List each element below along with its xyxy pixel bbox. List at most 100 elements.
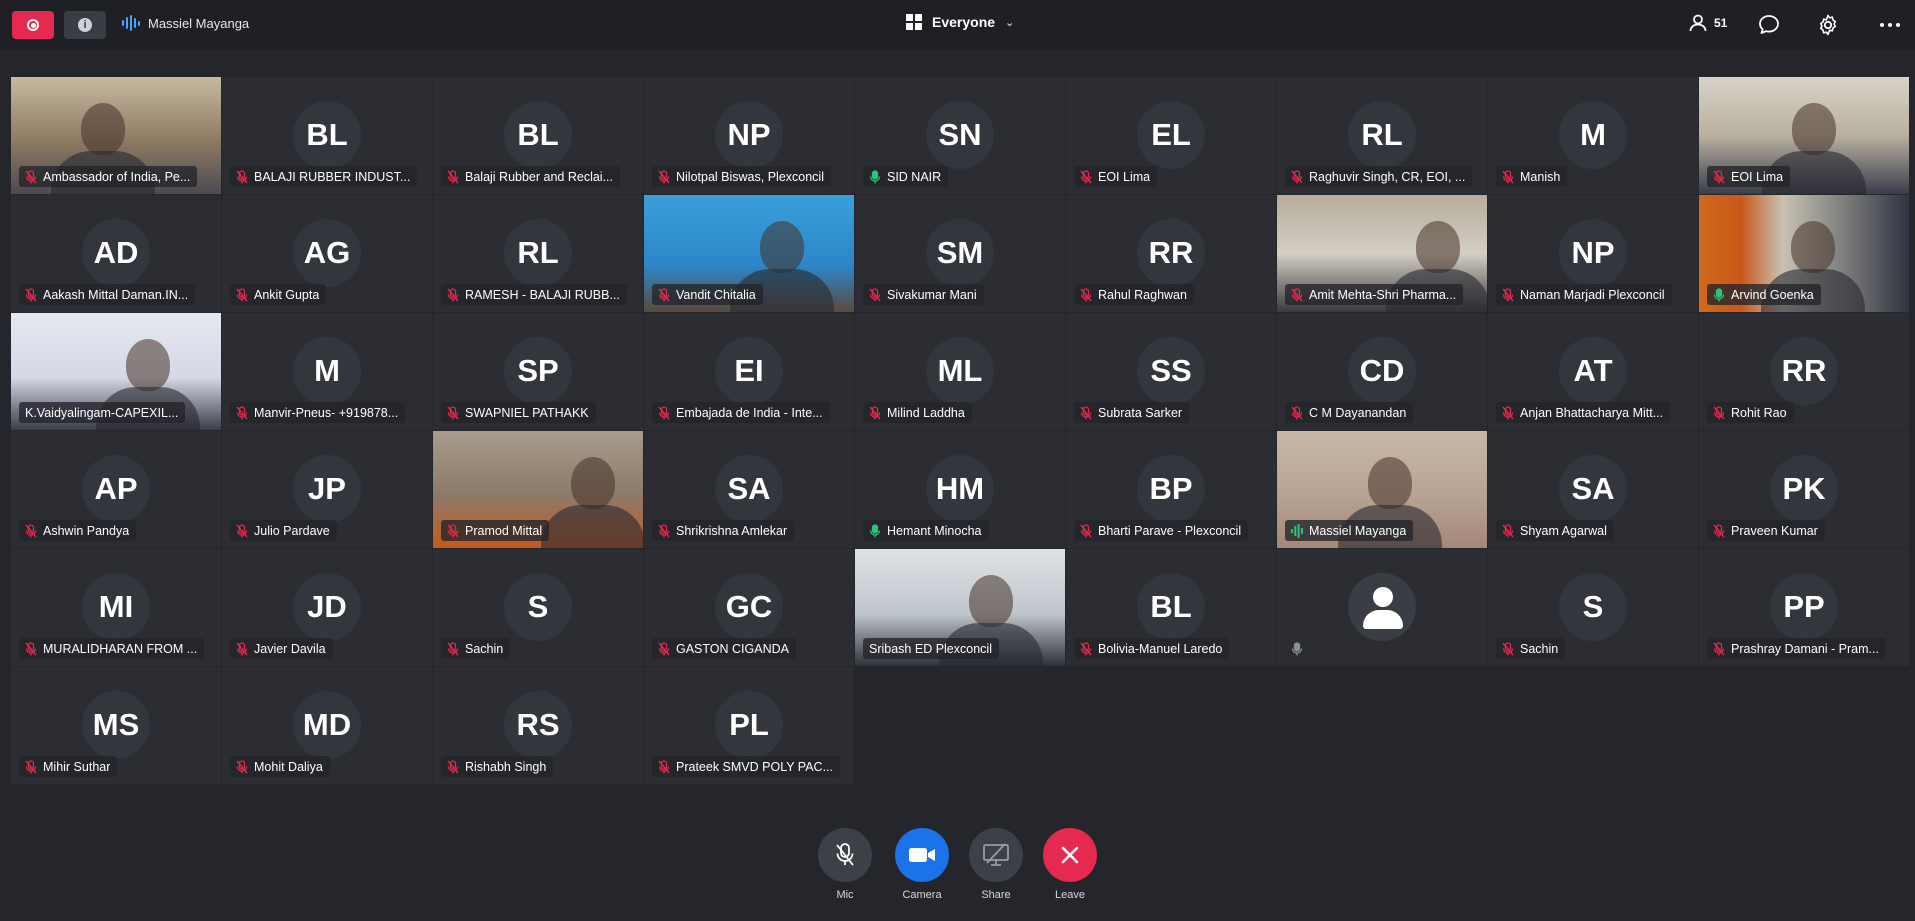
participant-tile[interactable]: NP Naman Marjadi Plexconcil [1488, 195, 1698, 312]
meeting-info-button[interactable]: i [64, 11, 106, 39]
participant-tile[interactable]: RS Rishabh Singh [433, 667, 643, 784]
participant-tile[interactable]: RR Rahul Raghwan [1066, 195, 1276, 312]
avatar-initials: S [504, 573, 572, 641]
participant-tile[interactable]: JP Julio Pardave [222, 431, 432, 548]
participant-tile[interactable]: SM Sivakumar Mani [855, 195, 1065, 312]
leave-label: Leave [1055, 889, 1085, 901]
participant-tile[interactable]: M Manvir-Pneus- +919878... [222, 313, 432, 430]
mic-control[interactable]: Mic [818, 828, 872, 901]
participant-tile[interactable]: GC GASTON CIGANDA [644, 549, 854, 666]
participant-tile[interactable]: SP SWAPNIEL PATHAKK [433, 313, 643, 430]
participant-name-tag: EOI Lima [1074, 166, 1158, 187]
mic-off-icon [236, 759, 248, 773]
participant-tile[interactable]: S Sachin [1488, 549, 1698, 666]
participant-tile[interactable]: Pramod Mittal [433, 431, 643, 548]
participant-tile[interactable]: AG Ankit Gupta [222, 195, 432, 312]
mic-off-icon [869, 405, 881, 419]
share-control[interactable]: Share [969, 828, 1023, 901]
mic-off-icon [1713, 169, 1725, 183]
audio-level-icon [122, 15, 140, 31]
participant-name-tag: Ashwin Pandya [19, 520, 137, 541]
avatar-initials: SA [1559, 455, 1627, 523]
participant-tile[interactable]: JD Javier Davila [222, 549, 432, 666]
participant-name-tag [1285, 638, 1310, 659]
participant-name: Anjan Bhattacharya Mitt... [1520, 405, 1664, 420]
chevron-down-icon: ⌄ [1005, 16, 1015, 29]
participant-tile[interactable]: S Sachin [433, 549, 643, 666]
participant-tile[interactable]: AD Aakash Mittal Daman.IN... [11, 195, 221, 312]
call-controls: Mic Camera Share Leave [818, 828, 1108, 914]
participant-tile[interactable]: Amit Mehta-Shri Pharma... [1277, 195, 1487, 312]
participant-name-tag: Arvind Goenka [1707, 284, 1821, 305]
participant-tile[interactable]: M Manish [1488, 77, 1698, 194]
participant-tile[interactable]: Arvind Goenka [1699, 195, 1909, 312]
participant-name-tag: Pramod Mittal [441, 520, 550, 541]
participants-button[interactable]: 51 [1688, 13, 1727, 33]
share-button[interactable] [969, 828, 1023, 882]
participant-tile[interactable]: RR Rohit Rao [1699, 313, 1909, 430]
more-options-button[interactable] [1877, 12, 1903, 38]
participant-tile[interactable] [1277, 549, 1487, 666]
participant-tile[interactable]: MD Mohit Daliya [222, 667, 432, 784]
avatar-initials: EL [1137, 101, 1205, 169]
record-button[interactable] [12, 11, 54, 39]
mic-off-icon [1713, 523, 1725, 537]
camera-button[interactable] [895, 828, 949, 882]
participant-tile[interactable]: MI MURALIDHARAN FROM ... [11, 549, 221, 666]
participant-tile[interactable]: PK Praveen Kumar [1699, 431, 1909, 548]
mic-off-icon [836, 843, 854, 866]
participant-tile[interactable]: HM Hemant Minocha [855, 431, 1065, 548]
avatar-initials: AP [82, 455, 150, 523]
leave-button[interactable] [1043, 828, 1097, 882]
mic-off-icon [236, 405, 248, 419]
camera-control[interactable]: Camera [895, 828, 949, 901]
participant-name: RAMESH - BALAJI RUBB... [465, 287, 620, 302]
participant-tile[interactable]: BL Bolivia-Manuel Laredo [1066, 549, 1276, 666]
participant-name-tag: Bolivia-Manuel Laredo [1074, 638, 1230, 659]
participant-tile[interactable]: PL Prateek SMVD POLY PAC... [644, 667, 854, 784]
participant-tile[interactable]: EL EOI Lima [1066, 77, 1276, 194]
participant-tile[interactable]: EI Embajada de India - Inte... [644, 313, 854, 430]
participant-tile[interactable]: RL Raghuvir Singh, CR, EOI, ... [1277, 77, 1487, 194]
mic-off-icon [447, 169, 459, 183]
participant-name: Julio Pardave [254, 523, 330, 538]
participant-tile[interactable]: CD C M Dayanandan [1277, 313, 1487, 430]
participant-name: Embajada de India - Inte... [676, 405, 823, 420]
participant-tile[interactable]: MS Mihir Suthar [11, 667, 221, 784]
participant-tile[interactable]: SS Subrata Sarker [1066, 313, 1276, 430]
participant-tile[interactable]: SN SID NAIR [855, 77, 1065, 194]
avatar-initials: SS [1137, 337, 1205, 405]
participant-tile[interactable]: AP Ashwin Pandya [11, 431, 221, 548]
settings-button[interactable] [1815, 12, 1841, 38]
view-selector[interactable]: Everyone ⌄ [906, 14, 1014, 30]
participant-tile[interactable]: AT Anjan Bhattacharya Mitt... [1488, 313, 1698, 430]
participant-tile[interactable]: RL RAMESH - BALAJI RUBB... [433, 195, 643, 312]
participant-tile[interactable]: Vandit Chitalia [644, 195, 854, 312]
mic-off-icon [1080, 169, 1092, 183]
participant-tile[interactable]: SA Shyam Agarwal [1488, 431, 1698, 548]
participant-tile[interactable]: Ambassador of India, Pe... [11, 77, 221, 194]
participant-tile[interactable]: PP Prashray Damani - Pram... [1699, 549, 1909, 666]
participant-tile[interactable]: ML Milind Laddha [855, 313, 1065, 430]
participant-name-tag: Ankit Gupta [230, 284, 327, 305]
participant-tile[interactable]: EOI Lima [1699, 77, 1909, 194]
participant-tile[interactable]: K.Vaidyalingam-CAPEXIL... [11, 313, 221, 430]
chat-button[interactable] [1756, 12, 1782, 38]
participant-tile[interactable]: NP Nilotpal Biswas, Plexconcil [644, 77, 854, 194]
participant-tile[interactable]: BL Balaji Rubber and Reclai... [433, 77, 643, 194]
participant-name: Prashray Damani - Pram... [1731, 641, 1879, 656]
participant-name-tag: Sivakumar Mani [863, 284, 984, 305]
avatar-initials: ML [926, 337, 994, 405]
participant-tile[interactable]: SA Shrikrishna Amlekar [644, 431, 854, 548]
participant-tile[interactable]: BL BALAJI RUBBER INDUST... [222, 77, 432, 194]
participant-name: EOI Lima [1731, 169, 1784, 184]
mic-button[interactable] [818, 828, 872, 882]
mic-off-icon [1080, 287, 1092, 301]
leave-control[interactable]: Leave [1043, 828, 1097, 901]
participant-name-tag: Mihir Suthar [19, 756, 118, 777]
participant-tile[interactable]: Sribash ED Plexconcil [855, 549, 1065, 666]
participant-name: Balaji Rubber and Reclai... [465, 169, 613, 184]
participant-tile[interactable]: BP Bharti Parave - Plexconcil [1066, 431, 1276, 548]
participant-name: SWAPNIEL PATHAKK [465, 405, 589, 420]
participant-tile[interactable]: Massiel Mayanga [1277, 431, 1487, 548]
